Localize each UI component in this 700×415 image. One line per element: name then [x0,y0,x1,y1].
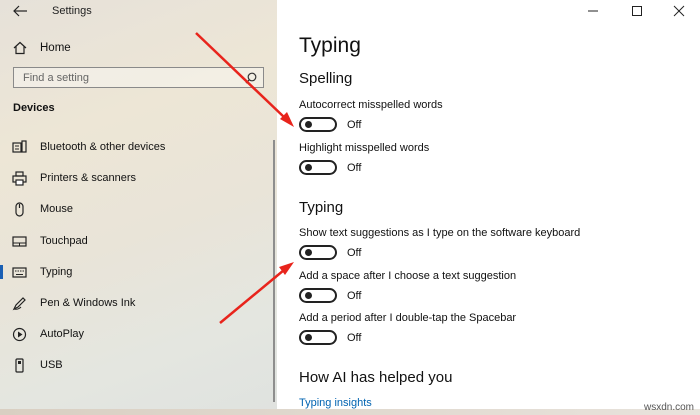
nav-home-label: Home [40,42,71,54]
add-space-label: Add a space after I choose a text sugges… [299,270,517,282]
sidebar-scrollbar[interactable] [273,140,275,402]
sidebar: Home Find a setting Devices Bluetooth & … [0,0,277,415]
highlight-misspelled-label: Highlight misspelled words [299,142,430,154]
typing-insights-link[interactable]: Typing insights [299,397,372,409]
sidebar-item-usb[interactable]: USB [0,352,270,378]
sidebar-item-touchpad[interactable]: Touchpad [0,228,270,254]
back-arrow-icon[interactable] [12,4,28,18]
autocorrect-label: Autocorrect misspelled words [299,99,443,111]
sidebar-item-label: AutoPlay [40,328,85,340]
watermark: wsxdn.com [643,402,694,413]
search-placeholder: Find a setting [23,71,90,84]
autocorrect-state: Off [347,119,362,131]
page-title: Typing [299,34,361,57]
toggle-knob [305,334,312,341]
sidebar-item-pen[interactable]: Pen & Windows Ink [0,290,270,316]
minimize-icon[interactable] [583,3,603,19]
text-suggestions-state: Off [347,247,362,259]
add-period-toggle[interactable] [299,330,337,345]
section-heading-devices: Devices [13,102,55,114]
sidebar-item-label: Mouse [40,203,74,215]
touchpad-icon [12,235,27,247]
maximize-icon[interactable] [627,3,647,19]
highlight-misspelled-state: Off [347,162,362,174]
toggle-knob [305,292,312,299]
pen-icon [12,296,26,310]
section-heading-spelling: Spelling [299,70,353,87]
taskbar-strip [0,409,700,415]
add-period-label: Add a period after I double-tap the Spac… [299,312,517,324]
sidebar-item-typing[interactable]: Typing [0,259,270,285]
nav-home[interactable]: Home [13,39,71,57]
toggle-knob [305,164,312,171]
sidebar-item-label: Touchpad [40,235,88,247]
add-space-toggle[interactable] [299,288,337,303]
sidebar-item-label: USB [40,359,63,371]
highlight-misspelled-toggle[interactable] [299,160,337,175]
sidebar-item-label: Typing [40,266,73,278]
home-icon [13,41,27,55]
close-icon[interactable] [669,3,689,19]
bluetooth-devices-icon [12,139,27,153]
sidebar-item-mouse[interactable]: Mouse [0,196,270,222]
toggle-knob [305,121,312,128]
sidebar-item-printers[interactable]: Printers & scanners [0,165,270,191]
text-suggestions-toggle[interactable] [299,245,337,260]
usb-icon [15,357,24,373]
search-icon[interactable] [245,72,257,84]
printer-icon [12,170,27,186]
autocorrect-toggle[interactable] [299,117,337,132]
autoplay-icon [12,327,27,341]
keyboard-icon [12,266,27,278]
section-heading-typing: Typing [299,199,344,216]
sidebar-item-label: Bluetooth & other devices [40,141,166,153]
text-suggestions-label: Show text suggestions as I type on the s… [299,227,581,239]
add-period-state: Off [347,332,362,344]
selection-indicator [0,265,3,279]
toggle-knob [305,249,312,256]
title-bar: Settings [0,0,700,24]
sidebar-item-bluetooth[interactable]: Bluetooth & other devices [0,134,270,160]
add-space-state: Off [347,290,362,302]
search-input[interactable]: Find a setting [13,67,264,88]
window-title: Settings [52,5,92,17]
section-heading-ai: How AI has helped you [299,369,453,386]
sidebar-item-autoplay[interactable]: AutoPlay [0,321,270,347]
mouse-icon [15,201,24,217]
sidebar-item-label: Printers & scanners [40,172,136,184]
sidebar-item-label: Pen & Windows Ink [40,297,136,309]
